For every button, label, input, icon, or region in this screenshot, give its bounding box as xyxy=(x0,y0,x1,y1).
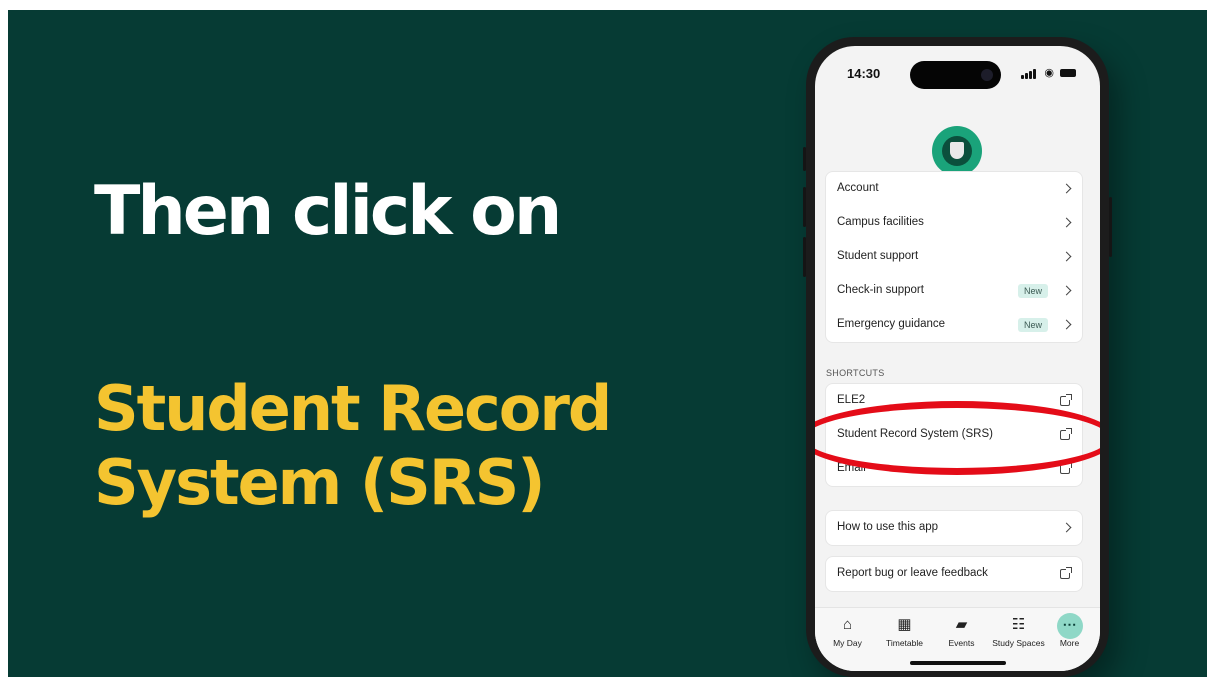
tab-my-day[interactable]: ⌂ My Day xyxy=(819,614,876,658)
menu-card: Account Campus facilities Student suppor… xyxy=(825,171,1083,343)
tab-timetable[interactable]: ▦ Timetable xyxy=(876,614,933,658)
phone-volume-down xyxy=(803,237,806,277)
tab-more[interactable]: ⋯ More xyxy=(1041,613,1098,658)
camera-icon xyxy=(981,69,993,81)
tab-label: My Day xyxy=(833,638,862,648)
university-logo xyxy=(932,126,982,176)
menu-item-label: Emergency guidance xyxy=(837,318,946,330)
crest-icon xyxy=(942,136,972,166)
more-icon: ⋯ xyxy=(1056,613,1083,639)
tab-label: Study Spaces xyxy=(992,638,1045,648)
tab-events[interactable]: ▰ Events xyxy=(933,614,990,658)
new-badge: New xyxy=(1017,318,1048,332)
help-card: How to use this app xyxy=(825,510,1083,546)
battery-icon xyxy=(1060,69,1076,77)
chevron-right-icon xyxy=(1061,217,1072,228)
shortcuts-heading: SHORTCUTS xyxy=(826,368,885,378)
highlight-annotation xyxy=(815,401,1100,475)
menu-item-check-in-support[interactable]: Check-in support New xyxy=(826,274,1082,308)
status-bar: 14:30 ◉ xyxy=(815,46,1100,98)
home-indicator xyxy=(910,661,1006,665)
book-icon: ☷ xyxy=(1011,616,1026,633)
wifi-icon: ◉ xyxy=(1044,67,1054,79)
tab-study-spaces[interactable]: ☷ Study Spaces xyxy=(990,614,1047,658)
ticket-icon: ▰ xyxy=(955,616,968,633)
menu-item-student-support[interactable]: Student support xyxy=(826,240,1082,274)
target-name: Student Record System (SRS) xyxy=(94,372,612,521)
feedback-label: Report bug or leave feedback xyxy=(837,567,988,579)
menu-item-label: Campus facilities xyxy=(837,216,924,228)
phone-volume-up xyxy=(803,187,806,227)
chevron-right-icon xyxy=(1061,251,1072,262)
shortcut-label: ELE2 xyxy=(837,394,866,406)
dynamic-island xyxy=(910,61,1001,89)
menu-item-label: Check-in support xyxy=(837,284,924,296)
target-name-line-2: System (SRS) xyxy=(94,446,546,520)
phone-screen: 14:30 ◉ Account Campus facilities Studen… xyxy=(815,46,1100,671)
how-to-use-app-item[interactable]: How to use this app xyxy=(826,511,1082,545)
calendar-icon: ▦ xyxy=(897,616,912,633)
tab-label: More xyxy=(1059,638,1080,648)
menu-item-label: Student support xyxy=(837,250,919,262)
menu-item-emergency-guidance[interactable]: Emergency guidance New xyxy=(826,308,1082,342)
chevron-right-icon xyxy=(1061,319,1072,330)
report-bug-item[interactable]: Report bug or leave feedback xyxy=(826,557,1082,591)
phone-side-button xyxy=(803,147,806,171)
menu-item-account[interactable]: Account xyxy=(826,172,1082,206)
home-icon: ⌂ xyxy=(842,616,853,633)
chevron-right-icon xyxy=(1061,183,1072,194)
menu-item-label: Account xyxy=(837,182,879,194)
help-label: How to use this app xyxy=(837,521,939,533)
tab-label: Events xyxy=(948,638,975,648)
external-link-icon xyxy=(1060,567,1072,579)
tab-label: Timetable xyxy=(885,638,923,648)
external-link-icon xyxy=(1060,394,1072,406)
target-name-line-1: Student Record xyxy=(94,372,612,445)
new-badge: New xyxy=(1017,284,1048,298)
feedback-card: Report bug or leave feedback xyxy=(825,556,1083,592)
menu-item-campus-facilities[interactable]: Campus facilities xyxy=(826,206,1082,240)
chevron-right-icon xyxy=(1061,285,1072,296)
chevron-right-icon xyxy=(1061,522,1072,533)
status-time: 14:30 xyxy=(847,66,881,81)
phone-frame: 14:30 ◉ Account Campus facilities Studen… xyxy=(803,37,1112,677)
headline: Then click on xyxy=(94,172,562,251)
tutorial-slide: Then click on Student Record System (SRS… xyxy=(8,10,1207,677)
phone-power-button xyxy=(1109,197,1112,257)
